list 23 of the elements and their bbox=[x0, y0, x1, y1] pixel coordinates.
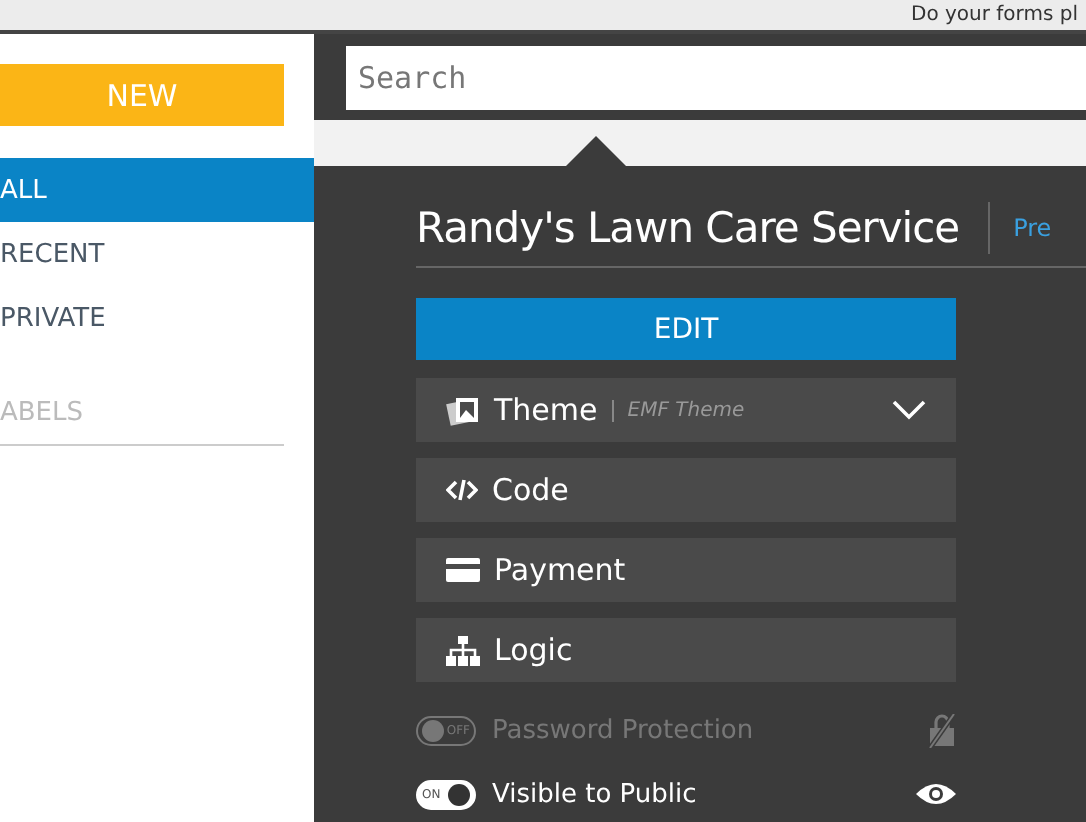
form-title: Randy's Lawn Care Service bbox=[416, 204, 960, 252]
toggle-label: Password Protection bbox=[492, 715, 756, 745]
preview-link[interactable]: Pre bbox=[1013, 214, 1052, 242]
option-button[interactable]: Logic bbox=[416, 618, 956, 682]
option-button[interactable]: Code bbox=[416, 458, 956, 522]
lock-slash-icon bbox=[928, 713, 956, 747]
code-icon bbox=[446, 478, 478, 502]
sidebar-item[interactable]: ALL bbox=[0, 158, 314, 222]
edit-button[interactable]: EDIT bbox=[416, 298, 956, 360]
search-field[interactable]: Search bbox=[346, 45, 1086, 109]
pointer-caret bbox=[566, 136, 626, 166]
credit-card-icon bbox=[446, 558, 480, 582]
chevron-down-icon bbox=[892, 400, 926, 420]
sidebar-item[interactable]: PRIVATE bbox=[0, 286, 314, 350]
picture-icon bbox=[446, 395, 480, 425]
toggle-label: Visible to Public bbox=[492, 779, 699, 809]
option-button[interactable]: Payment bbox=[416, 538, 956, 602]
sidebar-item[interactable]: RECENT bbox=[0, 222, 314, 286]
top-bar-text: Do your forms pl bbox=[911, 4, 1080, 26]
labels-heading: ABELS bbox=[0, 382, 284, 446]
sitemap-icon bbox=[446, 635, 480, 665]
eye-icon bbox=[916, 782, 956, 806]
option-button[interactable]: Theme EMF Theme bbox=[416, 378, 956, 442]
